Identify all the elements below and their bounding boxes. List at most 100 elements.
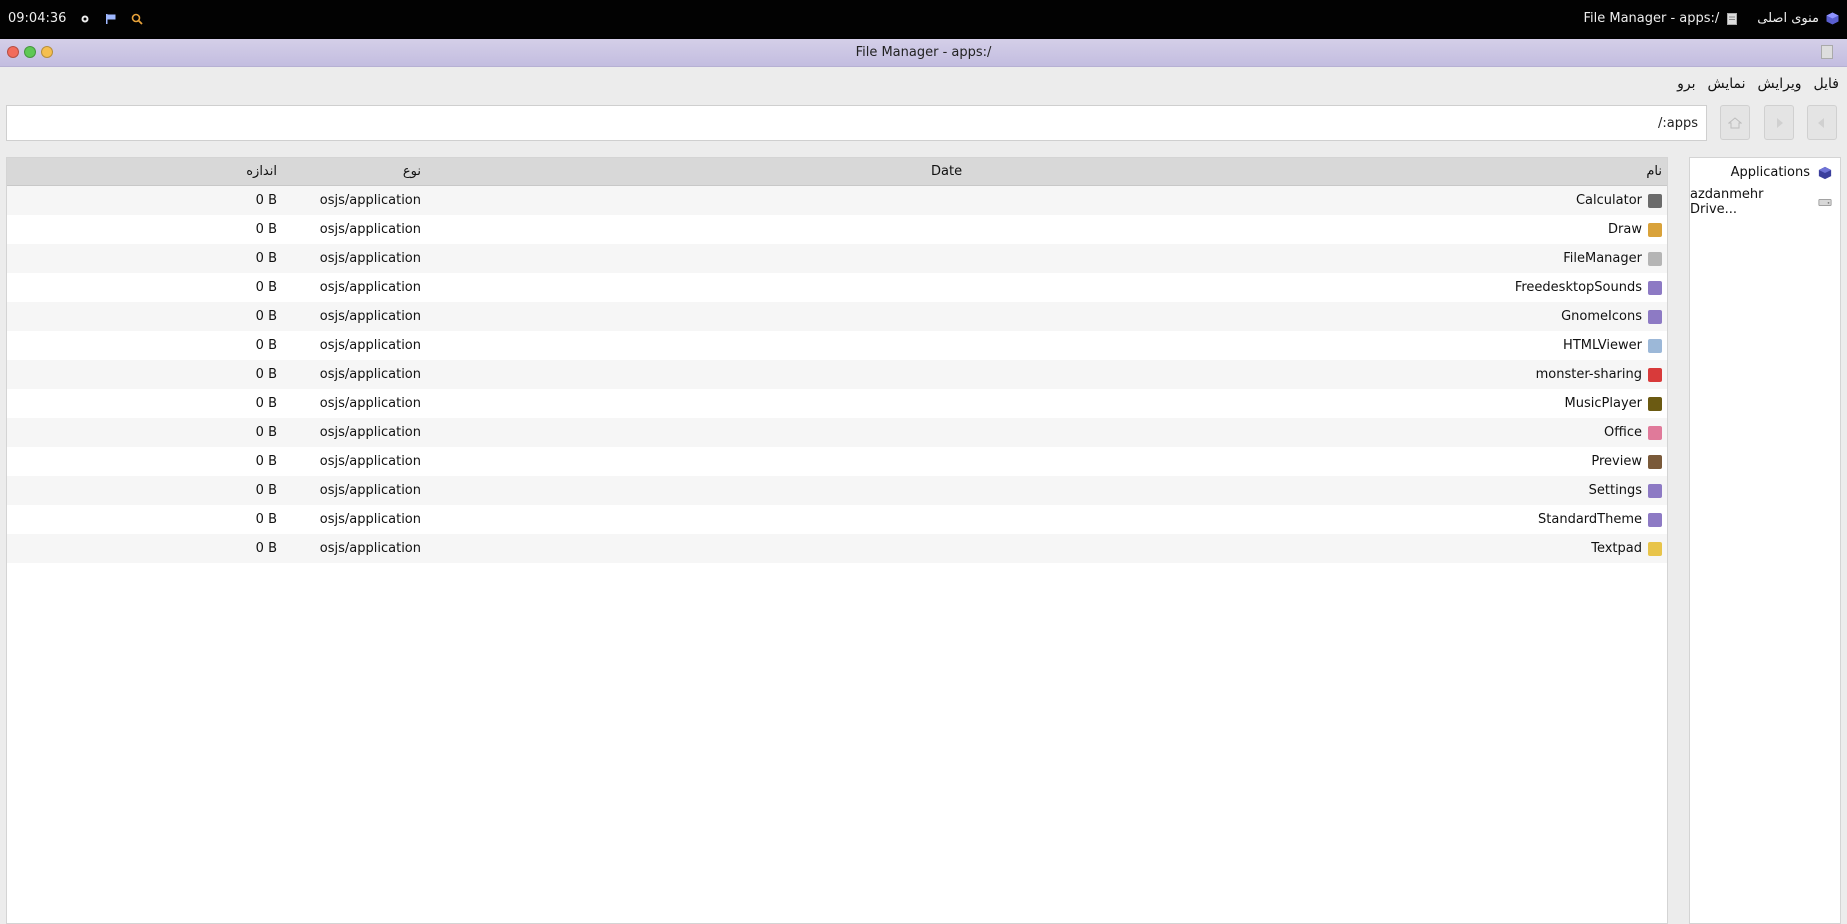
menu-go[interactable]: برو [1677, 76, 1695, 92]
file-type: osjs/application [319, 309, 421, 324]
file-name-label: Calculator [1575, 193, 1642, 208]
file-name-label: Settings [1588, 483, 1642, 498]
close-button[interactable] [7, 46, 19, 58]
office-icon [1648, 425, 1662, 440]
header-type[interactable]: نوع [403, 158, 421, 185]
sidebar-item-drive[interactable]: azdanmehr Drive... [1690, 187, 1840, 217]
drive-icon [1818, 195, 1832, 209]
file-type: osjs/application [319, 483, 421, 498]
file-name: HTMLViewer [1563, 331, 1662, 360]
list-item[interactable]: Calculator osjs/application 0 B [7, 186, 1667, 215]
header-date-label: Date [931, 164, 963, 179]
file-size: 0 B [255, 454, 277, 469]
file-name: GnomeIcons [1561, 302, 1662, 331]
file-type: osjs/application [319, 396, 421, 411]
package-icon [1648, 483, 1662, 498]
list-item[interactable]: Preview osjs/application 0 B [7, 447, 1667, 476]
menu-file[interactable]: فایل [1814, 76, 1839, 92]
file-name: FileManager [1563, 244, 1662, 273]
header-size[interactable]: اندازه [246, 158, 277, 185]
file-manager-window: File Manager - apps:/ فایل ویرایش نمایش … [0, 39, 1847, 924]
file-name: Textpad [1591, 534, 1662, 563]
header-date[interactable]: Date [7, 158, 1847, 185]
window-title: File Manager - apps:/ [855, 45, 992, 60]
cube-icon [1825, 12, 1839, 26]
file-size: 0 B [255, 338, 277, 353]
file-name: Preview [1591, 447, 1662, 476]
file-name-label: Textpad [1591, 541, 1642, 556]
list-header: نام Date نوع اندازه [7, 158, 1667, 186]
music-icon [1648, 396, 1662, 411]
share-icon [1648, 367, 1662, 382]
list-item[interactable]: HTMLViewer osjs/application 0 B [7, 331, 1667, 360]
image-icon [1648, 454, 1662, 469]
back-button[interactable] [1807, 105, 1837, 140]
file-name-label: monster-sharing [1535, 367, 1642, 382]
file-name-label: Preview [1591, 454, 1642, 469]
list-item[interactable]: FreedesktopSounds osjs/application 0 B [7, 273, 1667, 302]
sidebar-item-applications[interactable]: Applications [1690, 158, 1840, 187]
list-item[interactable]: monster-sharing osjs/application 0 B [7, 360, 1667, 389]
home-button[interactable] [1720, 105, 1750, 140]
menu-view[interactable]: نمایش [1707, 76, 1745, 92]
forward-button[interactable] [1764, 105, 1794, 140]
package-icon [1648, 512, 1662, 527]
file-type: osjs/application [319, 338, 421, 353]
panel-left: 09:04:36 [8, 11, 144, 26]
file-type: osjs/application [319, 454, 421, 469]
calculator-icon [1648, 193, 1662, 208]
file-type: osjs/application [319, 222, 421, 237]
toolbar [0, 101, 1847, 147]
list-item[interactable]: Textpad osjs/application 0 B [7, 534, 1667, 563]
main-menu-button[interactable]: منوی اصلی [1757, 11, 1839, 26]
list-item[interactable]: Settings osjs/application 0 B [7, 476, 1667, 505]
file-type: osjs/application [319, 251, 421, 266]
file-type: osjs/application [319, 367, 421, 382]
window-icon [1821, 45, 1833, 59]
file-type: osjs/application [319, 541, 421, 556]
file-name-label: FreedesktopSounds [1514, 280, 1642, 295]
flag-icon[interactable] [104, 12, 118, 26]
file-name: Office [1604, 418, 1662, 447]
settings-icon[interactable] [78, 12, 92, 26]
list-item[interactable]: Draw osjs/application 0 B [7, 215, 1667, 244]
draw-icon [1648, 222, 1662, 237]
list-item[interactable]: Office osjs/application 0 B [7, 418, 1667, 447]
file-size: 0 B [255, 367, 277, 382]
file-size: 0 B [255, 483, 277, 498]
search-icon[interactable] [130, 12, 144, 26]
package-icon [1648, 280, 1662, 295]
window-titlebar[interactable]: File Manager - apps:/ [0, 39, 1847, 67]
menu-edit[interactable]: ویرایش [1758, 76, 1802, 92]
list-item[interactable]: StandardTheme osjs/application 0 B [7, 505, 1667, 534]
file-name: MusicPlayer [1565, 389, 1662, 418]
minimize-button[interactable] [24, 46, 36, 58]
list-item[interactable]: MusicPlayer osjs/application 0 B [7, 389, 1667, 418]
file-type: osjs/application [319, 193, 421, 208]
file-name: StandardTheme [1538, 505, 1662, 534]
file-type: osjs/application [319, 280, 421, 295]
file-size: 0 B [255, 222, 277, 237]
package-icon [1648, 309, 1662, 324]
file-size: 0 B [255, 309, 277, 324]
file-size: 0 B [255, 251, 277, 266]
panel-right: File Manager - apps:/ منوی اصلی [1583, 11, 1839, 26]
maximize-button[interactable] [41, 46, 53, 58]
active-window-label: File Manager - apps:/ [1583, 11, 1720, 26]
file-type: osjs/application [319, 512, 421, 527]
clock: 09:04:36 [8, 11, 67, 26]
file-name-label: Office [1604, 425, 1642, 440]
file-name-label: StandardTheme [1538, 512, 1642, 527]
active-window-button[interactable]: File Manager - apps:/ [1583, 11, 1739, 26]
applications-icon [1818, 166, 1832, 180]
path-input[interactable] [6, 105, 1707, 141]
list-item[interactable]: FileManager osjs/application 0 B [7, 244, 1667, 273]
sidebar: Applications azdanmehr Drive... [1689, 157, 1841, 924]
file-manager-icon [1648, 251, 1662, 266]
file-type: osjs/application [319, 425, 421, 440]
menu-bar: فایل ویرایش نمایش برو [0, 67, 1847, 101]
list-item[interactable]: GnomeIcons osjs/application 0 B [7, 302, 1667, 331]
top-panel: 09:04:36 File Manager - apps:/ منوی اصلی [0, 0, 1847, 37]
window-controls [7, 46, 53, 58]
document-icon [1725, 12, 1739, 26]
